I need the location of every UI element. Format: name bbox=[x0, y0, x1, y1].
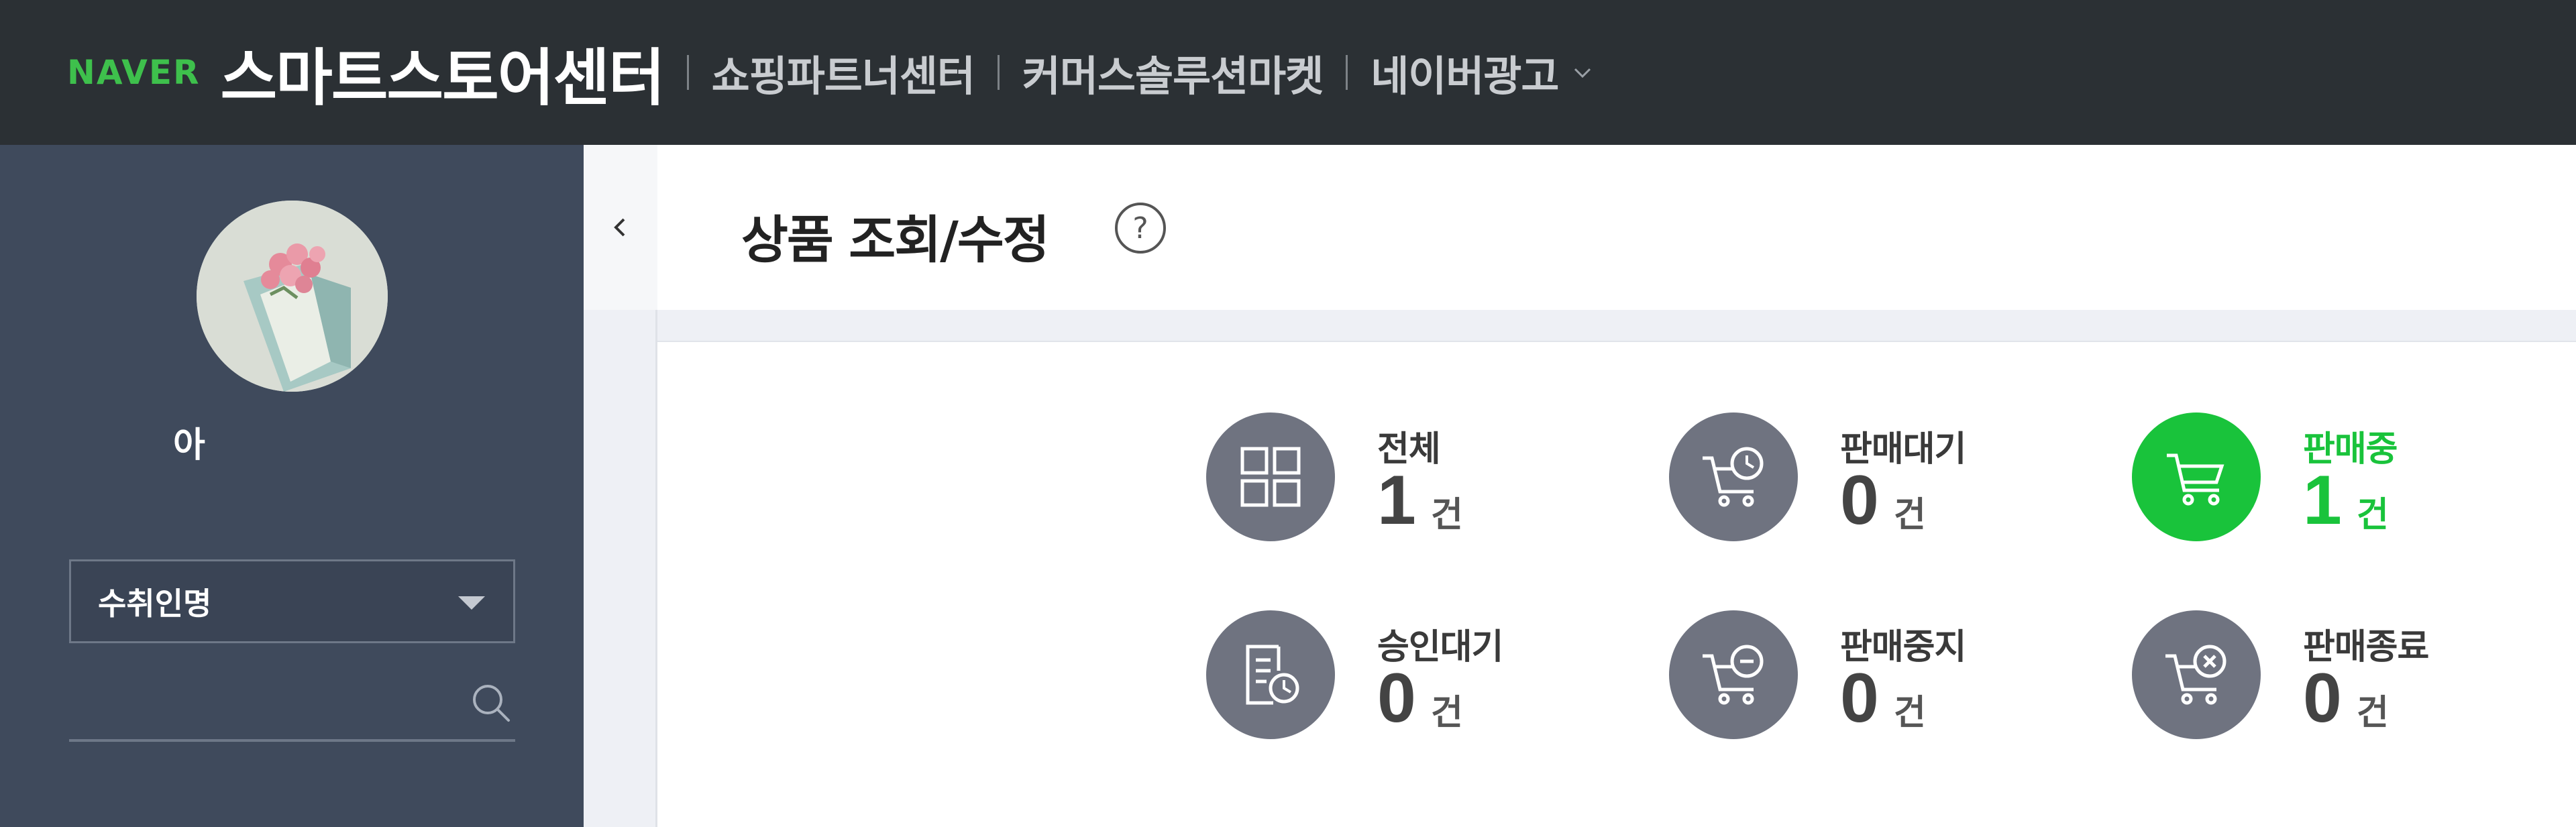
product-status-summary: 전체 1 건 판매대기 0 건 판매중 1 건 승인대기 0 건 판매중지 0 … bbox=[657, 341, 2576, 827]
cart-minus-icon bbox=[1669, 610, 1798, 739]
sidebar-search bbox=[69, 668, 515, 742]
status-on-sale[interactable]: 판매중 1 건 bbox=[2132, 412, 2561, 547]
document-clock-icon bbox=[1206, 610, 1335, 739]
collapse-sidebar-button[interactable] bbox=[584, 145, 657, 310]
chevron-down-icon[interactable] bbox=[1573, 63, 1592, 82]
chevron-left-icon bbox=[614, 218, 625, 237]
naver-logo[interactable]: NAVER bbox=[67, 53, 201, 92]
page-title: 상품 조회/수정 bbox=[741, 210, 1050, 270]
search-icon[interactable] bbox=[468, 680, 515, 727]
nav-link-naver-ads[interactable]: 네이버광고 bbox=[1371, 42, 1559, 103]
sidebar-collapse-rail bbox=[584, 145, 657, 827]
top-navigation-bar: NAVER 스마트스토어센터 쇼핑파트너센터 커머스솔루션마켓 네이버광고 bbox=[0, 0, 2576, 145]
caret-down-icon bbox=[458, 596, 485, 610]
svg-text:?: ? bbox=[1132, 211, 1148, 245]
sidebar: 아 수취인명 bbox=[0, 145, 584, 827]
status-sale-suspended[interactable]: 판매중지 0 건 bbox=[1669, 610, 2098, 745]
nav-link-commerce-solution-market[interactable]: 커머스솔루션마켓 bbox=[1022, 42, 1324, 103]
help-icon[interactable]: ? bbox=[1114, 201, 1167, 255]
status-all[interactable]: 전체 1 건 bbox=[1206, 412, 1635, 547]
status-approval-waiting[interactable]: 승인대기 0 건 bbox=[1206, 610, 1635, 745]
nav-link-shopping-partner-center[interactable]: 쇼핑파트너센터 bbox=[712, 42, 975, 103]
status-count: 1 bbox=[2303, 461, 2342, 539]
status-unit: 건 bbox=[1431, 495, 1463, 535]
status-unit: 건 bbox=[1431, 693, 1463, 733]
nav-divider bbox=[686, 55, 689, 90]
store-name: 아 bbox=[173, 425, 205, 465]
status-unit: 건 bbox=[1894, 693, 1926, 733]
status-unit: 건 bbox=[2357, 693, 2389, 733]
status-count: 0 bbox=[1377, 659, 1416, 737]
status-unit: 건 bbox=[2357, 495, 2389, 535]
status-unit: 건 bbox=[1894, 495, 1926, 535]
sidebar-search-input[interactable] bbox=[69, 675, 445, 735]
search-type-select[interactable]: 수취인명 bbox=[69, 559, 515, 643]
store-avatar[interactable] bbox=[197, 201, 388, 392]
status-count: 0 bbox=[2303, 659, 2342, 737]
nav-divider bbox=[997, 55, 1000, 90]
status-sale-ended[interactable]: 판매종료 0 건 bbox=[2132, 610, 2561, 745]
page-header: 상품 조회/수정 ? bbox=[657, 145, 2576, 310]
nav-divider bbox=[1346, 55, 1348, 90]
status-count: 0 bbox=[1840, 659, 1879, 737]
flower-bouquet-image bbox=[197, 201, 388, 392]
cart-x-icon bbox=[2132, 610, 2261, 739]
status-count: 0 bbox=[1840, 461, 1879, 539]
cart-clock-icon bbox=[1669, 412, 1798, 541]
cart-icon bbox=[2132, 412, 2261, 541]
status-count: 1 bbox=[1377, 461, 1416, 539]
search-type-select-value: 수취인명 bbox=[98, 585, 212, 622]
grid-icon bbox=[1206, 412, 1335, 541]
smartstore-center-title[interactable]: 스마트스토어센터 bbox=[221, 28, 665, 117]
status-sale-waiting[interactable]: 판매대기 0 건 bbox=[1669, 412, 2098, 547]
